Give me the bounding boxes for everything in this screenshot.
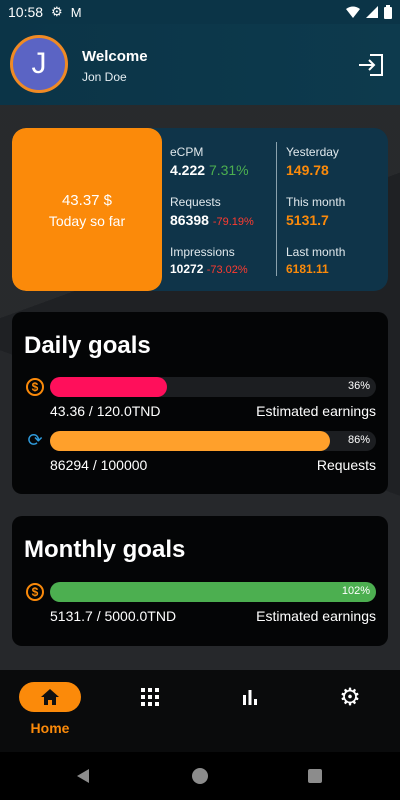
- wifi-icon: [346, 6, 360, 18]
- monthly-goals-title: Monthly goals: [24, 536, 186, 563]
- back-icon[interactable]: [75, 768, 91, 784]
- today-value: 43.37 $: [61, 192, 113, 209]
- logout-icon[interactable]: [358, 54, 384, 76]
- app-header: J Welcome Jon Doe: [0, 24, 400, 105]
- settings-gear-icon: ⚙: [339, 683, 361, 711]
- requests-goal-label: Requests: [316, 457, 376, 473]
- earnings-goal-label: Estimated earnings: [256, 403, 376, 419]
- gmail-icon: M: [70, 4, 82, 20]
- system-nav-bar: [0, 752, 400, 800]
- nav-apps[interactable]: [100, 682, 200, 712]
- monthly-earnings-progress-bar: 102%: [50, 582, 376, 602]
- nav-home[interactable]: Home: [0, 682, 100, 736]
- impressions-label: Impressions: [170, 245, 235, 259]
- grid-icon: [135, 682, 165, 712]
- requests-percent: 86%: [347, 434, 370, 446]
- this-month-label: This month: [286, 195, 346, 209]
- home-icon: [19, 682, 81, 712]
- impressions-change: -73.02%: [206, 264, 248, 276]
- ecpm-label: eCPM: [170, 145, 204, 159]
- status-bar: 10:58 ⚙ M: [0, 0, 400, 24]
- requests-progress-fill: [50, 431, 331, 451]
- earnings-goal-text: 43.36 / 120.0TND: [50, 403, 161, 419]
- home-button[interactable]: [192, 768, 208, 784]
- username: Jon Doe: [82, 70, 127, 84]
- requests-progress-bar: 86%: [50, 431, 376, 451]
- signal-icon: [366, 6, 378, 18]
- requests-change: -79.19%: [212, 216, 254, 228]
- yesterday-value: 149.78: [286, 162, 329, 178]
- daily-goals-card: Daily goals $ 36% 43.36 / 120.0TND Estim…: [12, 312, 388, 494]
- ecpm-value: 4.222 7.31%: [170, 162, 249, 178]
- monthly-goals-card: Monthly goals $ 102% 5131.7 / 5000.0TND …: [12, 516, 388, 646]
- earnings-progress-bar: 36%: [50, 377, 376, 397]
- stats-card: 43.37 $ Today so far eCPM 4.222 7.31% Re…: [12, 128, 388, 291]
- monthly-earnings-progress-fill: [50, 582, 376, 602]
- yesterday-label: Yesterday: [286, 145, 339, 159]
- today-label: Today so far: [48, 213, 126, 229]
- last-month-value: 6181.11: [286, 262, 329, 276]
- today-box: 43.37 $ Today so far: [12, 128, 162, 291]
- bottom-nav: Home ⚙: [0, 670, 400, 752]
- recents-button[interactable]: [308, 769, 322, 783]
- impressions-value: 10272 -73.02%: [170, 262, 248, 276]
- daily-goals-title: Daily goals: [24, 332, 151, 359]
- earnings-progress-fill: [50, 377, 168, 397]
- this-month-value: 5131.7: [286, 212, 329, 228]
- stats-divider: [276, 142, 277, 276]
- avatar[interactable]: J: [10, 35, 68, 93]
- nav-settings[interactable]: ⚙: [300, 682, 400, 712]
- dollar-coin-icon: $: [26, 583, 44, 601]
- status-time: 10:58: [8, 4, 44, 20]
- ecpm-change: 7.31%: [208, 162, 249, 178]
- earnings-percent: 36%: [347, 380, 370, 392]
- nav-home-label: Home: [30, 720, 70, 736]
- gear-icon: ⚙: [51, 4, 63, 19]
- bar-chart-icon: [235, 682, 265, 712]
- welcome-title: Welcome: [82, 48, 148, 65]
- nav-stats[interactable]: [200, 682, 300, 712]
- dollar-coin-icon: $: [26, 378, 44, 396]
- monthly-goal-label: Estimated earnings: [256, 608, 376, 624]
- sync-icon: ⟳: [27, 430, 43, 450]
- requests-label: Requests: [170, 195, 221, 209]
- monthly-earnings-percent: 102%: [341, 585, 370, 597]
- monthly-goal-text: 5131.7 / 5000.0TND: [50, 608, 177, 624]
- requests-goal-text: 86294 / 100000: [50, 457, 148, 473]
- last-month-label: Last month: [286, 245, 346, 259]
- battery-icon: [384, 5, 392, 19]
- requests-value: 86398 -79.19%: [170, 212, 254, 228]
